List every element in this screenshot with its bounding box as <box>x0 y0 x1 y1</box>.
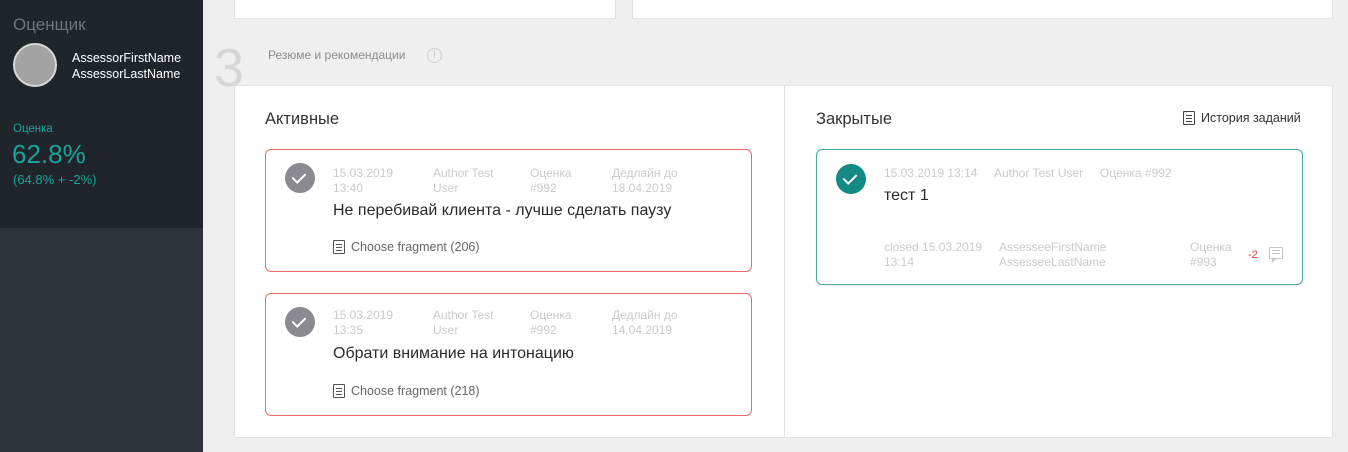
document-icon <box>333 384 345 398</box>
closed-date: closed 15.03.2019 13:14 <box>884 240 983 269</box>
active-column-title: Активные <box>265 110 340 128</box>
assessor-name: AssessorFirstName AssessorLastName <box>72 50 181 82</box>
sidebar: Оценщик AssessorFirstName AssessorLastNa… <box>0 0 203 452</box>
previous-panel-right <box>632 0 1333 19</box>
comment-icon[interactable] <box>1269 247 1283 263</box>
assessor-first-name: AssessorFirstName <box>72 51 182 65</box>
choose-fragment-link[interactable]: Choose fragment (206) <box>333 240 480 254</box>
summary-panel: Активные 15.03.2019 13:40 Author Test User… <box>234 85 1333 438</box>
score-label: Оценка <box>13 123 53 135</box>
task-author: Author Test User <box>433 166 494 195</box>
info-icon[interactable]: i <box>427 48 442 63</box>
check-icon[interactable] <box>285 307 315 337</box>
sidebar-profile-block: Оценщик AssessorFirstName AssessorLastNa… <box>0 0 203 228</box>
assessee-name: AssesseeFirstName AssesseeLastName <box>999 240 1107 269</box>
column-divider <box>784 86 785 437</box>
task-history-link[interactable]: История заданий <box>1183 111 1301 125</box>
choose-fragment-label: Choose fragment (206) <box>351 240 480 254</box>
active-task-card[interactable]: 15.03.2019 13:35 Author Test User Оценка #9… <box>265 293 752 416</box>
avatar[interactable] <box>13 43 57 87</box>
task-text: тест 1 <box>884 187 929 204</box>
task-grade: Оценка #992 <box>1100 166 1172 180</box>
choose-fragment-label: Choose fragment (218) <box>351 384 480 398</box>
task-deadline: Дедлайн до 14.04.2019 <box>612 308 678 337</box>
previous-panel-left <box>234 0 616 19</box>
check-icon[interactable] <box>836 164 866 194</box>
task-grade: Оценка #992 <box>530 308 572 337</box>
task-datetime: 15.03.2019 13:14 <box>884 166 978 180</box>
task-text: Обрати внимание на интонацию <box>333 345 574 362</box>
score-detail: (64.8% + -2%) <box>13 172 97 187</box>
score-value: 62.8% <box>12 139 86 169</box>
task-date: 15.03.2019 13:35 <box>333 308 394 337</box>
active-task-card[interactable]: 15.03.2019 13:40 Author Test User Оценка #9… <box>265 149 752 272</box>
task-author: Author Test User <box>433 308 494 337</box>
task-text: Не перебивай клиента - лучше сделать пау… <box>333 202 672 219</box>
task-history-label: История заданий <box>1201 111 1301 125</box>
document-icon <box>1183 111 1195 125</box>
closed-grade: Оценка #993 <box>1190 240 1232 269</box>
task-author: Author Test User <box>994 166 1084 180</box>
document-icon <box>333 240 345 254</box>
closed-column-title: Закрытые <box>816 110 892 128</box>
role-title: Оценщик <box>13 15 86 34</box>
assessor-last-name: AssessorLastName <box>72 67 181 81</box>
task-date: 15.03.2019 13:40 <box>333 166 394 195</box>
choose-fragment-link[interactable]: Choose fragment (218) <box>333 384 480 398</box>
check-icon[interactable] <box>285 163 315 193</box>
closed-task-card[interactable]: 15.03.2019 13:14 Author Test User Оценка… <box>816 149 1303 285</box>
task-deadline: Дедлайн до 18.04.2019 <box>612 166 678 195</box>
task-grade: Оценка #992 <box>530 166 572 195</box>
score-delta: -2 <box>1248 249 1258 261</box>
section-title: Резюме и рекомендации <box>268 48 406 62</box>
